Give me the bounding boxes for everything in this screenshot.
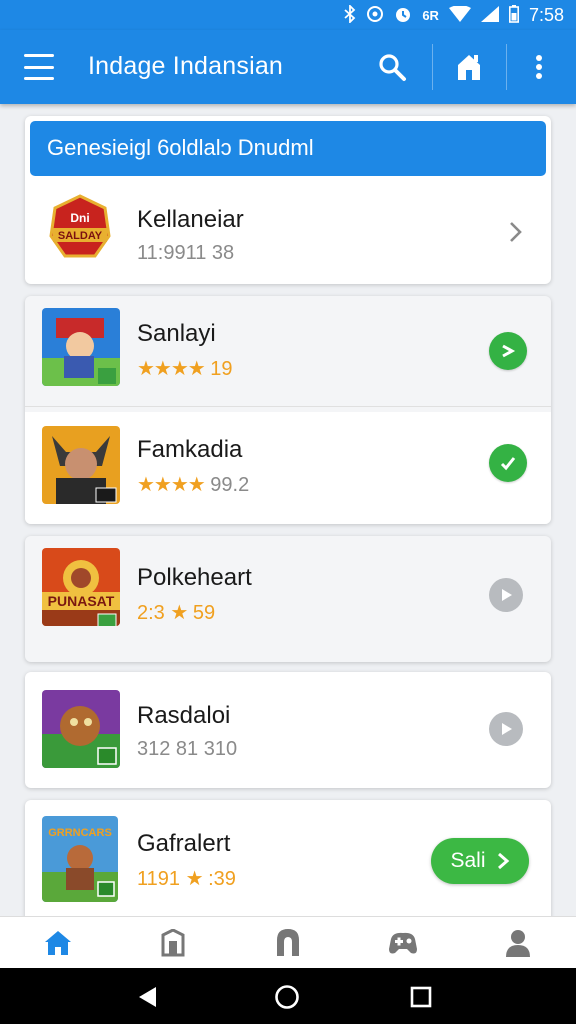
installed-check-button[interactable]	[489, 444, 527, 482]
bluetooth-icon	[344, 3, 356, 26]
apps-card-1: Sanlayi ★★★★ 19 Famkadia ★★★★ 99.2	[25, 296, 551, 524]
nav-profile[interactable]	[488, 919, 548, 967]
home-circle-icon	[275, 985, 299, 1009]
app-name: Rasdaloi	[137, 702, 231, 729]
app-row-polkeheart[interactable]: PUNASAT Polkeheart 2:3 ★ 59	[25, 536, 551, 662]
battery-icon	[508, 4, 519, 26]
app-rating: ★★★★ 19	[137, 356, 233, 381]
menu-icon	[24, 54, 54, 57]
home-button[interactable]	[449, 47, 489, 87]
nav-store[interactable]	[143, 919, 203, 967]
app-icon-polkeheart: PUNASAT	[42, 548, 120, 626]
arch-icon	[276, 928, 299, 956]
recents-square-icon	[410, 986, 432, 1008]
app-icon-kellaneiar: Dni SALDAY	[45, 194, 115, 264]
more-vert-icon	[536, 55, 542, 79]
nav-games[interactable]	[258, 919, 318, 967]
svg-text:PUNASAT: PUNASAT	[48, 593, 115, 609]
star-rating-icon: ★★★★	[137, 474, 206, 496]
sync-icon	[366, 5, 384, 26]
app-bar: Indage Indansian	[0, 30, 576, 104]
star-rating-icon: ★★★★	[137, 358, 206, 380]
app-rating-prefix: 1191	[137, 868, 181, 890]
play-button[interactable]	[489, 712, 523, 746]
home-system-button[interactable]	[272, 982, 302, 1012]
app-card-gafralert: GRRNCARS Gafralert 1191 ★ :39 Sali	[25, 800, 551, 916]
person-icon	[506, 929, 531, 957]
search-icon	[379, 54, 406, 81]
app-list: Genesieigl 6oldlalɔ Dnudml Dni SALDAY Ke…	[0, 104, 576, 916]
cell-signal-icon	[480, 5, 499, 25]
check-icon	[502, 344, 516, 358]
app-row-rasdaloi[interactable]: Rasdaloi 312 81 310	[25, 672, 551, 788]
bottom-nav	[0, 916, 576, 968]
search-button[interactable]	[372, 47, 412, 87]
app-rating-value: 59	[192, 602, 216, 624]
nav-home[interactable]	[28, 919, 88, 967]
app-name: Famkadia	[137, 436, 243, 463]
app-rating-prefix: 2:3	[137, 602, 165, 624]
back-button[interactable]	[132, 982, 162, 1012]
svg-text:Dni: Dni	[70, 211, 89, 225]
app-name: Polkeheart	[137, 564, 252, 591]
system-nav-bar	[0, 968, 576, 1024]
app-bar-divider	[506, 44, 507, 90]
row-divider	[25, 406, 551, 407]
recents-button[interactable]	[406, 982, 436, 1012]
gamepad-icon	[389, 932, 418, 953]
featured-app-name: Kellaneiar	[137, 206, 244, 233]
play-icon	[502, 589, 512, 601]
featured-header: Genesieigl 6oldlalɔ Dnudml	[30, 121, 546, 176]
chevron-right-icon	[497, 852, 509, 870]
app-icon-gafralert: GRRNCARS	[42, 816, 118, 902]
installed-check-button[interactable]	[489, 332, 527, 370]
chevron-right-icon	[510, 222, 522, 242]
signal-text: 6R	[422, 7, 439, 23]
status-bar: 6R 7:58	[0, 0, 576, 30]
app-rating: 2:3 ★ 59	[137, 600, 215, 625]
app-row-gafralert[interactable]: GRRNCARS Gafralert 1191 ★ :39 Sali	[25, 800, 551, 916]
app-rating: 1191 ★ :39	[137, 866, 236, 891]
app-rating-value: 19	[210, 358, 233, 380]
alarm-icon	[394, 5, 412, 26]
svg-text:SALDAY: SALDAY	[58, 230, 103, 242]
install-button[interactable]: Sali	[431, 838, 529, 884]
app-bar-divider	[432, 44, 433, 90]
home-icon	[44, 930, 71, 955]
app-icon-famkadia	[42, 426, 120, 504]
house-icon	[458, 55, 480, 80]
app-card-rasdaloi: Rasdaloi 312 81 310	[25, 672, 551, 788]
svg-text:GRRNCARS: GRRNCARS	[48, 827, 112, 839]
star-icon: ★	[185, 868, 204, 890]
app-rating-value: 99.2	[210, 474, 250, 496]
menu-button[interactable]	[24, 54, 54, 80]
app-card-polkeheart: PUNASAT Polkeheart 2:3 ★ 59	[25, 536, 551, 662]
play-button[interactable]	[489, 578, 523, 612]
install-button-label: Sali	[450, 849, 486, 872]
app-title: Indage Indansian	[88, 52, 284, 80]
overflow-menu-button[interactable]	[519, 47, 559, 87]
store-icon	[161, 928, 185, 956]
app-row-famkadia[interactable]: Famkadia ★★★★ 99.2	[25, 412, 551, 524]
app-name: Gafralert	[137, 830, 231, 857]
star-icon: ★	[170, 602, 188, 624]
app-icon-rasdaloi	[42, 690, 120, 768]
featured-app-subtitle: 11:9911 38	[137, 242, 235, 264]
app-rating-value: :39	[208, 868, 236, 890]
wifi-icon	[448, 4, 471, 25]
featured-card: Genesieigl 6oldlalɔ Dnudml Dni SALDAY Ke…	[25, 116, 551, 284]
play-icon	[502, 723, 512, 735]
nav-arcade[interactable]	[373, 919, 433, 967]
app-rating-value: 312 81 310	[137, 738, 238, 760]
status-time: 7:58	[528, 4, 564, 25]
app-rating: ★★★★ 99.2	[137, 472, 249, 497]
check-icon	[500, 457, 516, 471]
app-name: Sanlayi	[137, 320, 216, 347]
featured-item[interactable]: Dni SALDAY Kellaneiar 11:9911 38	[25, 176, 551, 284]
app-row-sanlayi[interactable]: Sanlayi ★★★★ 19	[25, 296, 551, 404]
app-icon-sanlayi	[42, 308, 120, 386]
back-triangle-icon	[139, 987, 156, 1007]
